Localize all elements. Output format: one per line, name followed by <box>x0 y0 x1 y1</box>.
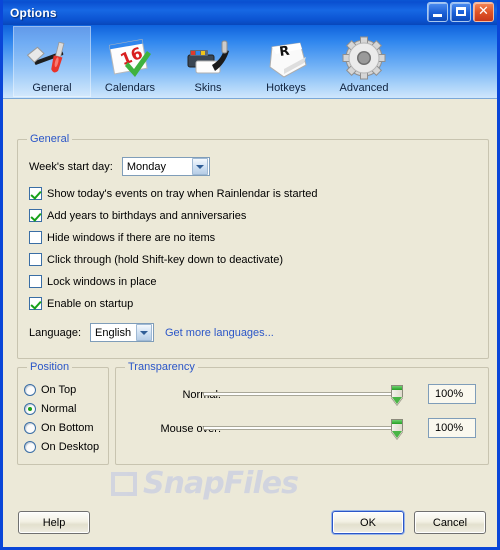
radio-label: On Bottom <box>41 422 94 434</box>
tab-hotkeys[interactable]: R Hotkeys <box>247 26 325 97</box>
minimize-icon <box>433 14 442 17</box>
slider-thumb[interactable] <box>391 419 403 439</box>
checkbox-label: Add years to birthdays and anniversaries <box>47 209 247 222</box>
checkbox-box[interactable] <box>29 209 42 222</box>
tab-advanced-label: Advanced <box>339 82 389 94</box>
radio-label: On Top <box>41 384 77 396</box>
get-more-languages-link[interactable]: Get more languages... <box>165 327 274 339</box>
tab-skins-label: Skins <box>194 82 222 94</box>
title-bar: Options ✕ <box>3 0 497 25</box>
ok-button[interactable]: OK <box>332 511 404 534</box>
radio-on-top[interactable]: On Top <box>24 384 76 396</box>
radio-label: Normal <box>41 403 77 415</box>
checkbox-enable-on-startup[interactable]: Enable on startup <box>29 297 133 310</box>
radio-on-desktop[interactable]: On Desktop <box>24 441 99 453</box>
close-button[interactable]: ✕ <box>473 2 494 22</box>
snapfiles-watermark: SnapFiles <box>111 466 371 508</box>
checkbox-box[interactable] <box>29 187 42 200</box>
general-group-title: General <box>27 133 73 145</box>
paint-roller-icon <box>182 35 234 81</box>
options-dialog: Options ✕ General 16 Calendars Skins R H… <box>0 0 500 550</box>
week-start-dropdown[interactable]: Monday <box>121 157 210 176</box>
minimize-button[interactable] <box>427 2 448 22</box>
tab-advanced[interactable]: Advanced <box>325 26 403 97</box>
checkbox-click-through[interactable]: Click through (hold Shift-key down to de… <box>29 253 283 266</box>
checkbox-box[interactable] <box>29 297 42 310</box>
cancel-button[interactable]: Cancel <box>414 511 486 534</box>
radio-label: On Desktop <box>41 441 100 453</box>
checkbox-label: Show today's events on tray when Rainlen… <box>47 187 318 200</box>
transparency-normal-slider[interactable] <box>203 385 403 405</box>
checkbox-box[interactable] <box>29 275 42 288</box>
transparency-mouseover-value[interactable]: 100% <box>428 418 476 438</box>
checkbox-show-today-events[interactable]: Show today's events on tray when Rainlen… <box>29 187 318 200</box>
radio-on-bottom[interactable]: On Bottom <box>24 422 94 434</box>
slider-thumb[interactable] <box>391 385 403 405</box>
language-value: English <box>95 326 132 339</box>
tab-general-label: General <box>32 82 72 94</box>
watermark-logo-icon <box>111 472 137 496</box>
chevron-down-icon[interactable] <box>136 324 152 341</box>
tab-strip: General 16 Calendars Skins R Hotkeys Adv… <box>3 25 497 99</box>
radio-dot[interactable] <box>24 384 36 396</box>
gear-icon <box>338 35 390 81</box>
tab-hotkeys-label: Hotkeys <box>266 82 306 94</box>
language-row: Language: English Get more languages... <box>29 323 274 342</box>
chevron-down-icon[interactable] <box>191 158 208 175</box>
help-button[interactable]: Help <box>18 511 90 534</box>
checkbox-label: Lock windows in place <box>47 275 157 288</box>
keyboard-key-icon: R <box>260 35 312 81</box>
calendar-check-icon: 16 <box>104 35 156 81</box>
watermark-text: SnapFiles <box>143 466 299 501</box>
tab-general[interactable]: General <box>13 26 91 97</box>
checkbox-box[interactable] <box>29 231 42 244</box>
svg-text:R: R <box>278 44 290 60</box>
week-start-row: Week's start day: Monday <box>29 157 210 176</box>
hammer-screwdriver-icon <box>26 35 78 81</box>
close-icon: ✕ <box>478 4 489 19</box>
checkbox-label: Click through (hold Shift-key down to de… <box>47 253 284 266</box>
checkbox-label: Hide windows if there are no items <box>47 231 216 244</box>
maximize-icon <box>456 7 466 16</box>
checkbox-box[interactable] <box>29 253 42 266</box>
language-label: Language: <box>29 326 81 339</box>
transparency-mouseover-slider[interactable] <box>203 419 403 439</box>
tab-calendars[interactable]: 16 Calendars <box>91 26 169 97</box>
maximize-button[interactable] <box>450 2 471 22</box>
checkbox-add-years[interactable]: Add years to birthdays and anniversaries <box>29 209 246 222</box>
slider-track[interactable] <box>203 392 403 396</box>
checkbox-hide-windows[interactable]: Hide windows if there are no items <box>29 231 215 244</box>
transparency-group-title: Transparency <box>125 361 198 373</box>
radio-normal[interactable]: Normal <box>24 403 76 415</box>
radio-dot[interactable] <box>24 422 36 434</box>
position-group-title: Position <box>27 361 73 373</box>
week-start-label: Week's start day: <box>29 160 113 173</box>
window-controls: ✕ <box>427 2 494 22</box>
week-start-value: Monday <box>126 160 166 173</box>
language-dropdown[interactable]: English <box>90 323 154 342</box>
radio-dot[interactable] <box>24 441 36 453</box>
transparency-normal-value[interactable]: 100% <box>428 384 476 404</box>
transparency-group: Transparency <box>115 361 489 465</box>
tab-calendars-label: Calendars <box>104 82 156 94</box>
window-title: Options <box>10 5 57 20</box>
slider-track[interactable] <box>203 426 403 430</box>
checkbox-lock-windows[interactable]: Lock windows in place <box>29 275 156 288</box>
radio-dot[interactable] <box>24 403 36 415</box>
checkbox-label: Enable on startup <box>47 297 134 310</box>
tab-skins[interactable]: Skins <box>169 26 247 97</box>
